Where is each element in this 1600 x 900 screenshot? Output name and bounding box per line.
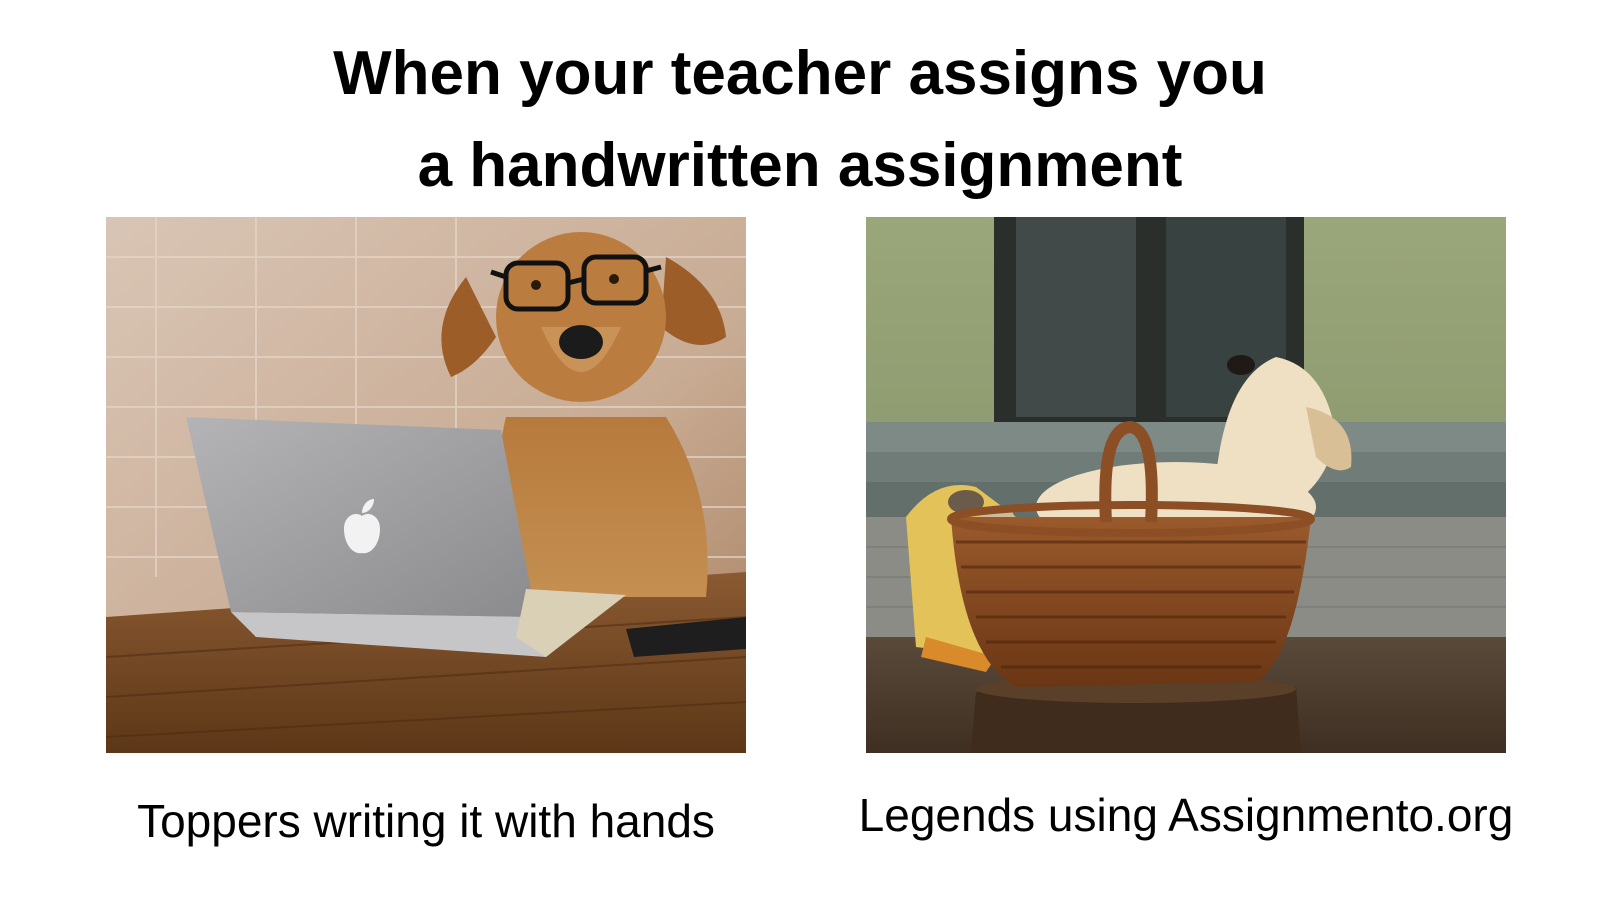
photo-dog-with-laptop — [106, 217, 746, 753]
right-caption: Legends using Assignmento.org — [858, 789, 1514, 841]
meme-title: When your teacher assigns you a handwrit… — [0, 28, 1600, 212]
title-line-2: a handwritten assignment — [417, 131, 1183, 200]
left-caption: Toppers writing it with hands — [137, 795, 715, 847]
photo-puppy-in-basket — [866, 217, 1506, 753]
title-line-1: When your teacher assigns you — [333, 39, 1267, 108]
